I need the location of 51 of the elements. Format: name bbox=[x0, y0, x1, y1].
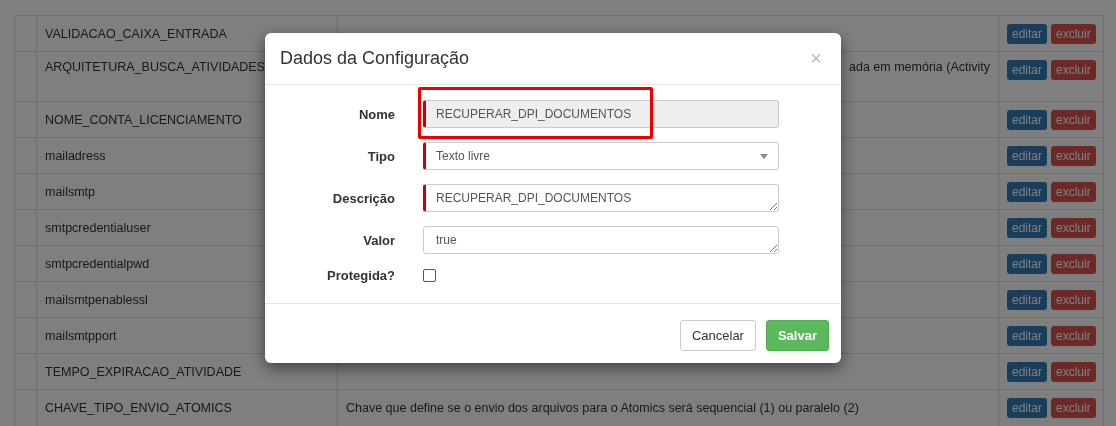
save-button[interactable]: Salvar bbox=[765, 320, 829, 351]
field-label: Valor bbox=[362, 232, 395, 248]
field-label: Protegida? bbox=[326, 268, 395, 283]
edit-button[interactable]: editar bbox=[1007, 218, 1048, 238]
edit-button[interactable]: editar bbox=[1007, 110, 1048, 130]
edit-button[interactable]: editar bbox=[1007, 146, 1048, 166]
field-label: Tipo bbox=[366, 148, 395, 164]
protected-checkbox[interactable] bbox=[423, 269, 436, 282]
delete-button[interactable]: excluir bbox=[1051, 24, 1096, 44]
delete-button[interactable]: excluir bbox=[1051, 182, 1096, 202]
delete-button[interactable]: excluir bbox=[1051, 110, 1096, 130]
config-name: CHAVE_TIPO_ENVIO_ATOMICS bbox=[45, 401, 232, 415]
delete-button[interactable]: excluir bbox=[1051, 362, 1096, 382]
config-name: mailsmtpport bbox=[45, 329, 117, 343]
cancel-button[interactable]: Cancelar bbox=[679, 320, 756, 351]
edit-button[interactable]: editar bbox=[1007, 398, 1048, 418]
edit-button[interactable]: editar bbox=[1007, 326, 1048, 346]
text-area[interactable]: true bbox=[423, 226, 779, 254]
field-label: Nome bbox=[357, 106, 395, 122]
config-name: ARQUITETURA_BUSCA_ATIVIDADES bbox=[45, 60, 265, 74]
config-name: TEMPO_EXPIRACAO_ATIVIDADE bbox=[45, 365, 242, 379]
config-description: ada em memória (Activity bbox=[849, 60, 990, 74]
delete-button[interactable]: excluir bbox=[1051, 218, 1096, 238]
edit-button[interactable]: editar bbox=[1007, 24, 1048, 44]
config-name: VALIDACAO_CAIXA_ENTRADA bbox=[45, 27, 227, 41]
config-name: smtpcredentialuser bbox=[45, 221, 151, 235]
edit-button[interactable]: editar bbox=[1007, 254, 1048, 274]
edit-button[interactable]: editar bbox=[1007, 290, 1048, 310]
resize-grip-icon bbox=[769, 244, 777, 252]
config-name: mailsmtp bbox=[45, 185, 95, 199]
edit-button[interactable]: editar bbox=[1007, 362, 1048, 382]
config-name: mailadress bbox=[45, 149, 106, 163]
delete-button[interactable]: excluir bbox=[1051, 60, 1096, 80]
config-description: Chave que define se o envio dos arquivos para o Atomics será sequencial (1) ou paralelo (2) bbox=[346, 401, 859, 415]
config-name: smtpcredentialpwd bbox=[45, 257, 150, 271]
delete-button[interactable]: excluir bbox=[1051, 146, 1096, 166]
resize-grip-icon bbox=[769, 202, 777, 210]
edit-button[interactable]: editar bbox=[1007, 182, 1048, 202]
delete-button[interactable]: excluir bbox=[1051, 398, 1096, 418]
delete-button[interactable]: excluir bbox=[1051, 290, 1096, 310]
close-button[interactable]: × bbox=[806, 47, 826, 70]
caret-icon bbox=[760, 153, 768, 159]
delete-button[interactable]: excluir bbox=[1051, 254, 1096, 274]
edit-button[interactable]: editar bbox=[1007, 60, 1048, 80]
modal-title: Dados da Configuração bbox=[280, 48, 470, 69]
text-area[interactable]: RECUPERAR_DPI_DOCUMENTOS bbox=[423, 184, 779, 212]
type-select[interactable]: Texto livre bbox=[423, 142, 779, 170]
field-label: Descrição bbox=[331, 190, 395, 206]
config-name: mailsmtpenablessl bbox=[45, 293, 148, 307]
delete-button[interactable]: excluir bbox=[1051, 326, 1096, 346]
config-name: NOME_CONTA_LICENCIAMENTO bbox=[45, 113, 242, 127]
